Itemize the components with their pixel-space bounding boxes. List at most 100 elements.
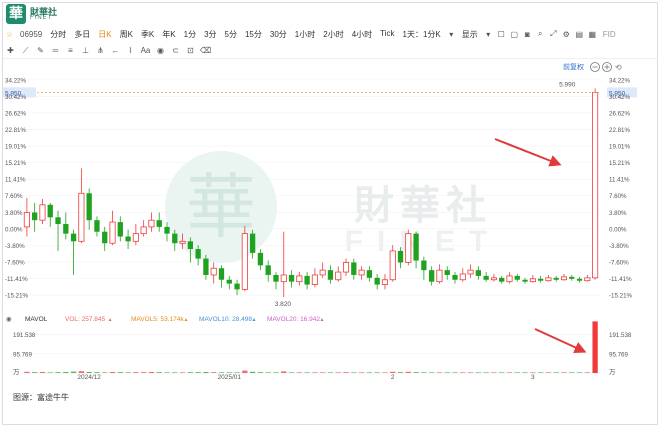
- channel-icon[interactable]: ≡: [63, 46, 78, 55]
- tab-period-12[interactable]: 2小时: [319, 29, 347, 40]
- candle-body: [569, 276, 575, 279]
- chevron-down-icon[interactable]: ▾: [482, 30, 495, 39]
- corner-controls: 前复权 ⟲: [563, 62, 622, 72]
- candle-body: [102, 231, 108, 244]
- adjust-toggle[interactable]: 前复权: [563, 62, 584, 71]
- range-select[interactable]: 1天：1分K: [399, 29, 445, 40]
- tab-period-1[interactable]: 多日: [70, 29, 94, 40]
- candle-body: [273, 274, 279, 282]
- finet-logo: 華: [6, 4, 26, 24]
- square-icon[interactable]: ▢: [508, 30, 521, 39]
- period-toolbar: ☆ 06959 分时 多日 日K 周K 季K 年K 1分 3分 5分 15分 30分 1小时 2小时 4小…: [3, 25, 657, 43]
- candle-body: [483, 275, 489, 280]
- volume-bar: [70, 371, 77, 373]
- candle-body: [444, 270, 450, 275]
- volume-bar: [530, 372, 536, 373]
- arrow-icon[interactable]: ←: [108, 46, 123, 55]
- magnet-icon[interactable]: ⊂: [168, 46, 183, 55]
- lock-icon[interactable]: ⊡: [183, 46, 198, 55]
- grid-icon[interactable]: ▦: [586, 30, 599, 39]
- volume-bar: [195, 372, 201, 373]
- volume-bar: [312, 372, 318, 373]
- candle-body: [218, 268, 225, 280]
- polyline-icon[interactable]: ⌇: [123, 46, 138, 55]
- y-tick-left: 34.22%: [5, 77, 26, 84]
- volume-bar: [39, 372, 46, 373]
- camera-icon[interactable]: ◙: [521, 30, 534, 39]
- volume-bar: [257, 372, 264, 373]
- symbol-code[interactable]: 06959: [16, 30, 46, 39]
- volume-bar: [592, 321, 598, 373]
- x-tick-label: 2024/12: [77, 374, 101, 379]
- tab-period-11[interactable]: 1小时: [291, 29, 319, 40]
- candle-body: [280, 274, 287, 283]
- tab-period-4[interactable]: 季K: [137, 29, 158, 40]
- candle-body: [366, 270, 373, 278]
- y-tick-left: 7.60%: [5, 193, 23, 200]
- volume-bar: [218, 372, 225, 373]
- tab-period-3[interactable]: 周K: [116, 29, 137, 40]
- kline-chart[interactable]: 華 財華社 FINET 5.950 5.950 34.22% 34.22% 30.42…: [3, 59, 657, 381]
- source-caption: 图源：富途牛牛: [13, 393, 69, 402]
- tab-period-13[interactable]: 4小时: [348, 29, 376, 40]
- tab-period-6[interactable]: 1分: [180, 29, 200, 40]
- pen-icon[interactable]: ✎: [33, 46, 48, 55]
- gear-icon[interactable]: ⚙: [560, 30, 573, 39]
- candle-body: [358, 269, 365, 276]
- y-tick-right: -11.41%: [609, 276, 632, 283]
- volume-bar: [569, 372, 575, 373]
- candle-body: [234, 283, 240, 290]
- chevron-down-icon[interactable]: ▾: [445, 30, 458, 39]
- y-tick-right: 30.42%: [609, 94, 630, 101]
- vol-tick-right: 191.538: [609, 332, 632, 339]
- volume-bar: [413, 372, 419, 373]
- cursor-icon[interactable]: ✚: [3, 46, 18, 55]
- y-tick-right: 34.22%: [609, 77, 630, 84]
- star-icon[interactable]: ☆: [3, 30, 16, 39]
- reset-icon[interactable]: ⟲: [615, 63, 622, 72]
- search-icon[interactable]: ⌕: [534, 29, 547, 39]
- tab-period-14[interactable]: Tick: [376, 29, 398, 40]
- vol-unit-right: 万: [609, 368, 616, 376]
- fork-icon[interactable]: ⋔: [93, 46, 108, 55]
- y-tick-right: -3.80%: [609, 243, 629, 250]
- ruler-icon[interactable]: ⊥: [78, 46, 93, 55]
- tab-period-8[interactable]: 5分: [221, 29, 241, 40]
- volume-bar: [78, 371, 85, 373]
- candle-body: [459, 273, 466, 281]
- price-plot-area: [17, 73, 601, 305]
- tab-period-10[interactable]: 30分: [266, 29, 291, 40]
- trash-icon[interactable]: ⌫: [198, 46, 213, 55]
- tab-period-7[interactable]: 3分: [200, 29, 220, 40]
- tab-period-5[interactable]: 年K: [158, 29, 179, 40]
- y-tick-right: -7.60%: [609, 259, 629, 266]
- hline-icon[interactable]: ═: [48, 46, 63, 55]
- volume-bar: [148, 372, 155, 373]
- display-menu[interactable]: 显示: [458, 29, 482, 40]
- candle-body: [132, 233, 139, 242]
- volume-bar: [133, 372, 139, 373]
- eye-icon[interactable]: ◉: [153, 46, 168, 55]
- volume-bar: [584, 372, 590, 373]
- candle-body: [311, 274, 318, 285]
- candle-body: [374, 277, 380, 285]
- y-tick-left: 3.80%: [5, 210, 23, 217]
- tab-period-0[interactable]: 分时: [46, 29, 70, 40]
- tab-period-9[interactable]: 15分: [241, 29, 266, 40]
- volume-bar: [545, 372, 552, 373]
- candle-body: [257, 252, 264, 266]
- volume-bar: [483, 372, 489, 373]
- candle-body: [475, 270, 481, 276]
- expand-icon[interactable]: ⤢: [547, 29, 560, 39]
- checkbox-icon[interactable]: ☐: [495, 30, 508, 39]
- tab-period-2[interactable]: 日K: [94, 29, 115, 40]
- candle-body: [94, 220, 100, 232]
- line-icon[interactable]: ⟋: [18, 46, 33, 56]
- volume-bar: [304, 372, 310, 373]
- volume-bar: [141, 372, 147, 373]
- fid-label[interactable]: FID: [599, 30, 620, 39]
- text-icon[interactable]: Aa: [138, 46, 153, 55]
- volume-bar: [125, 372, 131, 373]
- layout-icon[interactable]: ▤: [573, 30, 586, 39]
- volume-bar: [234, 372, 240, 373]
